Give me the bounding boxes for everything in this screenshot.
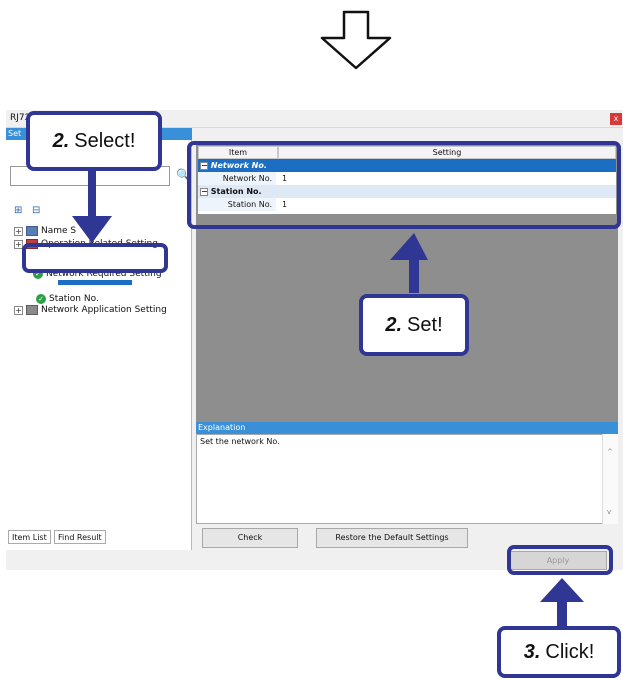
callout-text: Click!	[545, 640, 595, 663]
callout-text: Select!	[74, 129, 136, 152]
callout-select: 2. Select!	[26, 111, 162, 171]
callout-step-number: 2.	[52, 129, 70, 152]
callout-text: Set!	[407, 313, 443, 336]
callout-set: 2. Set!	[359, 294, 469, 356]
instruction-arrows	[72, 170, 584, 626]
callout-step-number: 3.	[523, 640, 541, 663]
callout-click: 3. Click!	[497, 626, 621, 678]
callout-step-number: 2.	[385, 313, 403, 336]
